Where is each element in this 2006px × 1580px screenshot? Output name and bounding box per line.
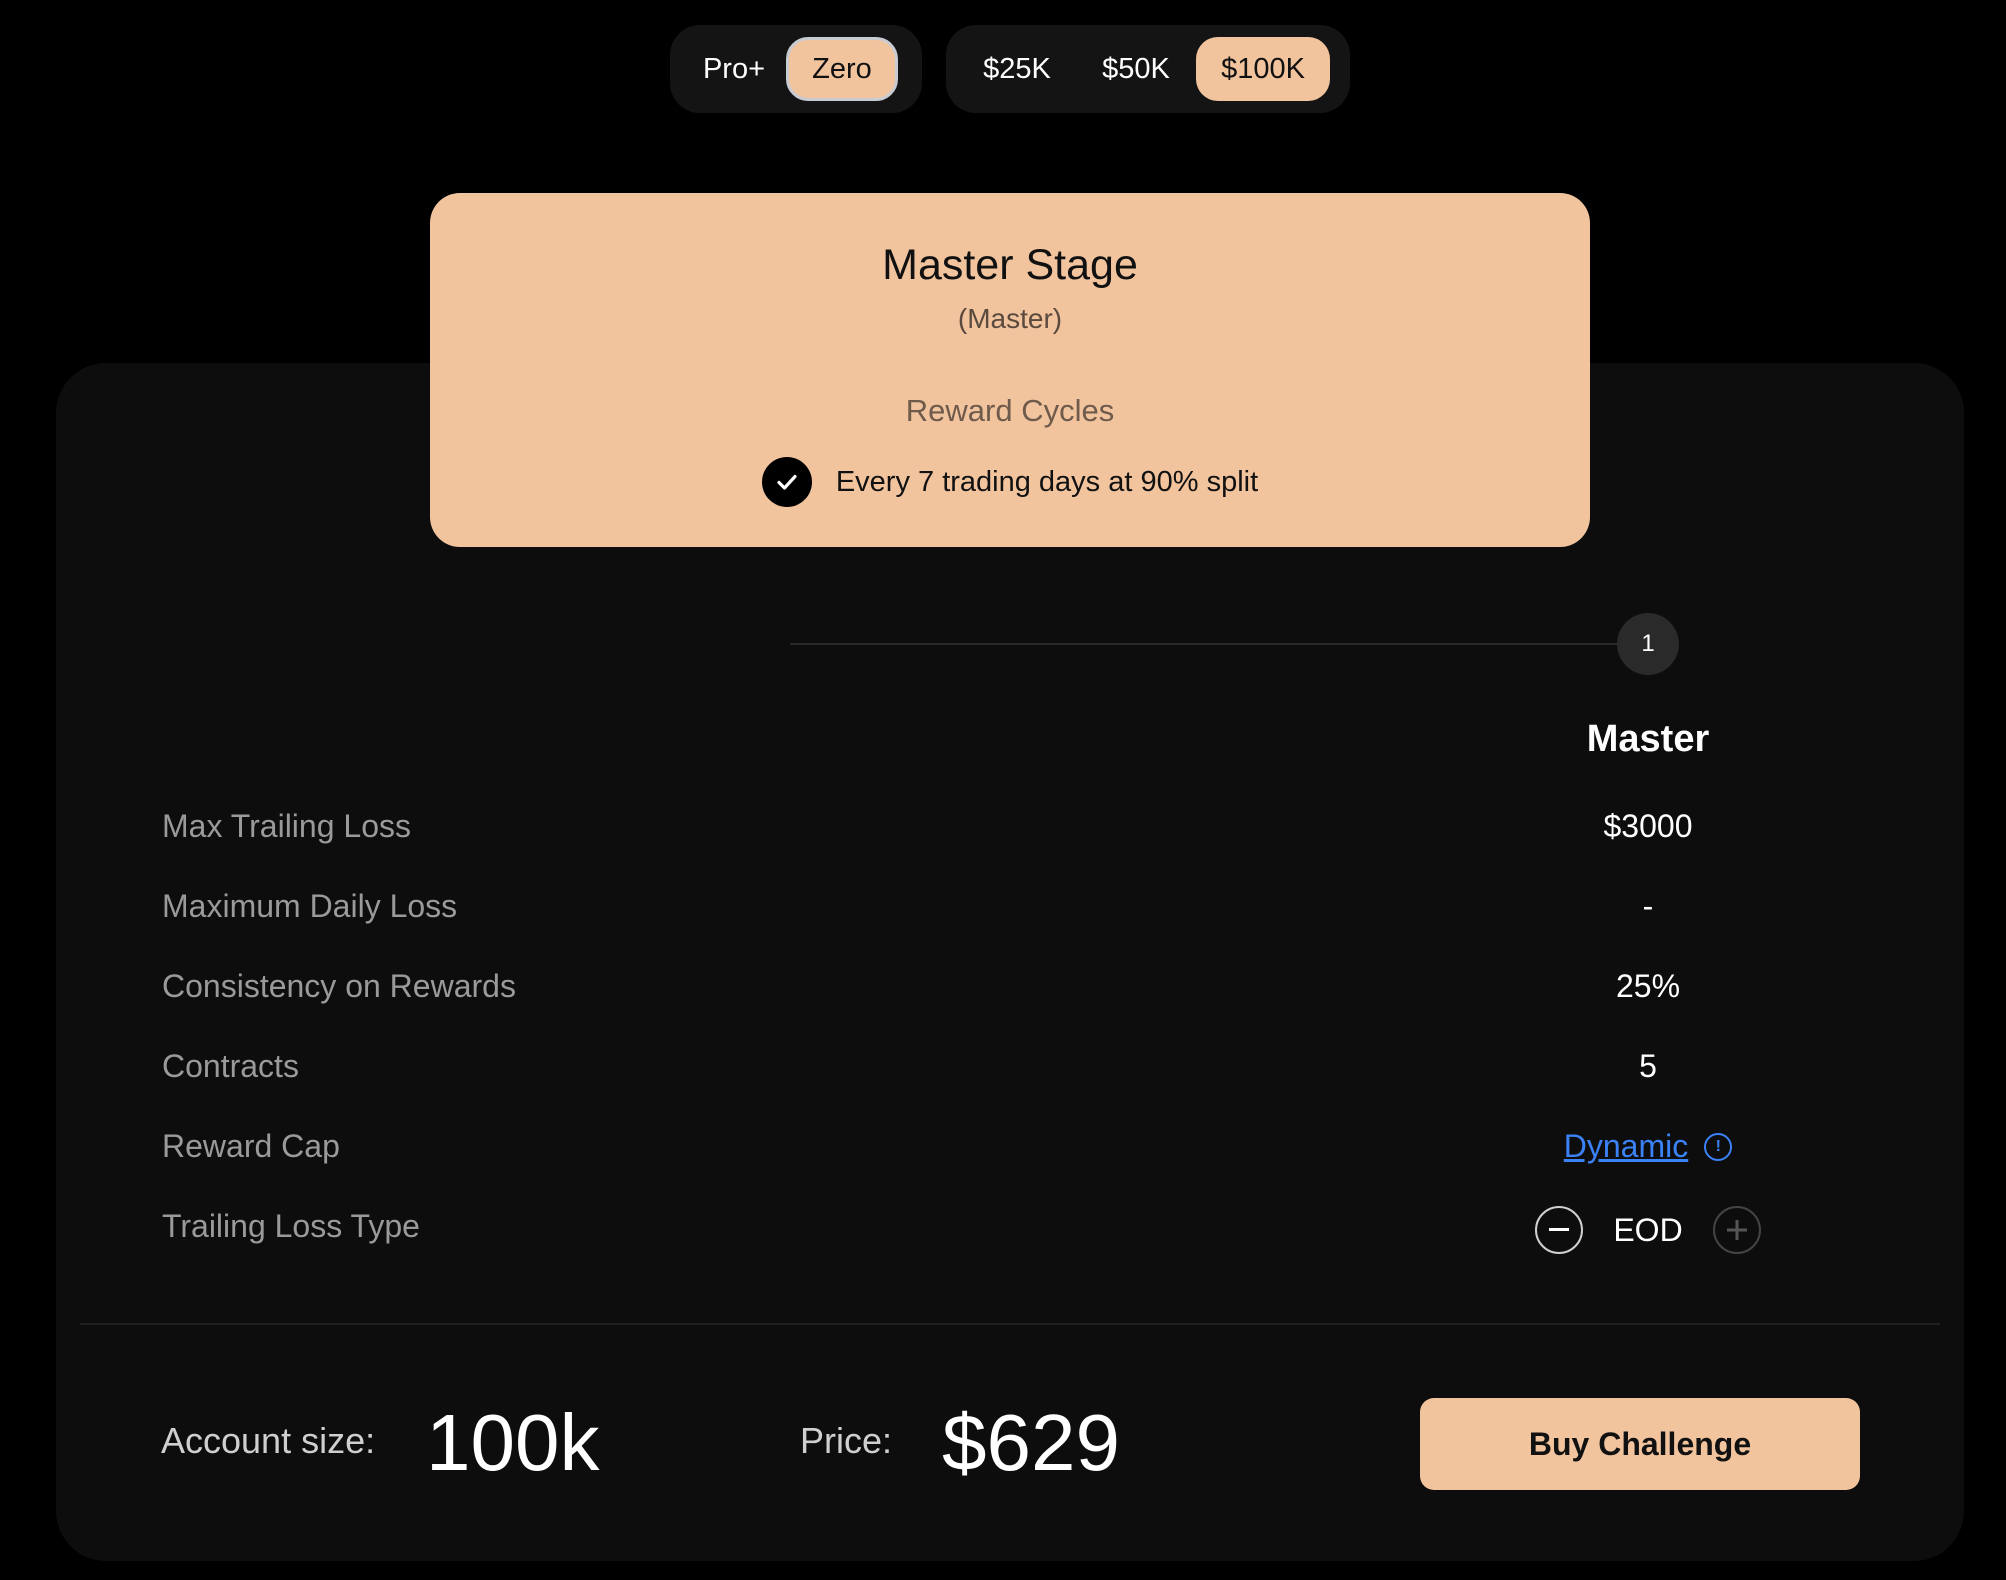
account-size-toggle: $25K $50K $100K [946, 25, 1350, 113]
size-option-100k[interactable]: $100K [1196, 37, 1330, 101]
plan-option-zero[interactable]: Zero [786, 37, 898, 101]
row-value-maximum-daily-loss: - [1642, 888, 1654, 924]
row-value-max-trailing-loss: $3000 [1603, 808, 1693, 844]
minus-icon[interactable] [1535, 1206, 1584, 1254]
reward-cycle-item: Every 7 trading days at 90% split [430, 457, 1590, 507]
plus-icon[interactable] [1712, 1206, 1761, 1254]
progress-line [790, 643, 1620, 645]
trailing-loss-type-stepper: EOD [1535, 1206, 1761, 1254]
row-label-contracts: Contracts [162, 1048, 299, 1084]
account-size-value: 100k [426, 1398, 600, 1487]
price-value: $629 [942, 1398, 1120, 1487]
account-size-label: Account size: [161, 1420, 376, 1461]
plan-option-pro-plus[interactable]: Pro+ [682, 37, 786, 101]
step-indicator: 1 [1617, 613, 1679, 675]
row-label-trailing-loss-type: Trailing Loss Type [162, 1208, 420, 1244]
stage-subtitle: (Master) [957, 303, 1063, 334]
stage-title: Master Stage [882, 241, 1138, 289]
info-icon[interactable]: ! [1704, 1132, 1733, 1161]
row-value-reward-cap: Dynamic ! [1448, 1128, 1848, 1165]
size-option-50k[interactable]: $50K [1076, 37, 1196, 101]
check-icon [761, 457, 812, 507]
reward-cap-dynamic-link[interactable]: Dynamic [1564, 1128, 1688, 1165]
row-value-trailing-loss-type: EOD [1448, 1203, 1848, 1254]
stage-card: Master Stage (Master) Reward Cycles Ever… [430, 193, 1590, 547]
reward-cycle-text: Every 7 trading days at 90% split [835, 465, 1259, 498]
size-option-25k[interactable]: $25K [958, 37, 1076, 101]
row-label-max-trailing-loss: Max Trailing Loss [162, 808, 411, 844]
row-value-consistency: 25% [1615, 968, 1681, 1004]
plan-toggle: Pro+ Zero [670, 25, 922, 113]
stage-column-header: Master [1586, 718, 1710, 760]
row-label-consistency: Consistency on Rewards [162, 968, 516, 1004]
divider [80, 1323, 1940, 1325]
row-label-maximum-daily-loss: Maximum Daily Loss [162, 888, 458, 924]
reward-cycles-heading: Reward Cycles [905, 393, 1115, 428]
buy-challenge-button[interactable]: Buy Challenge [1420, 1398, 1860, 1490]
trailing-loss-type-value: EOD [1613, 1211, 1683, 1248]
price-label: Price: [800, 1420, 893, 1461]
row-value-contracts: 5 [1639, 1048, 1657, 1084]
row-label-reward-cap: Reward Cap [162, 1128, 340, 1164]
